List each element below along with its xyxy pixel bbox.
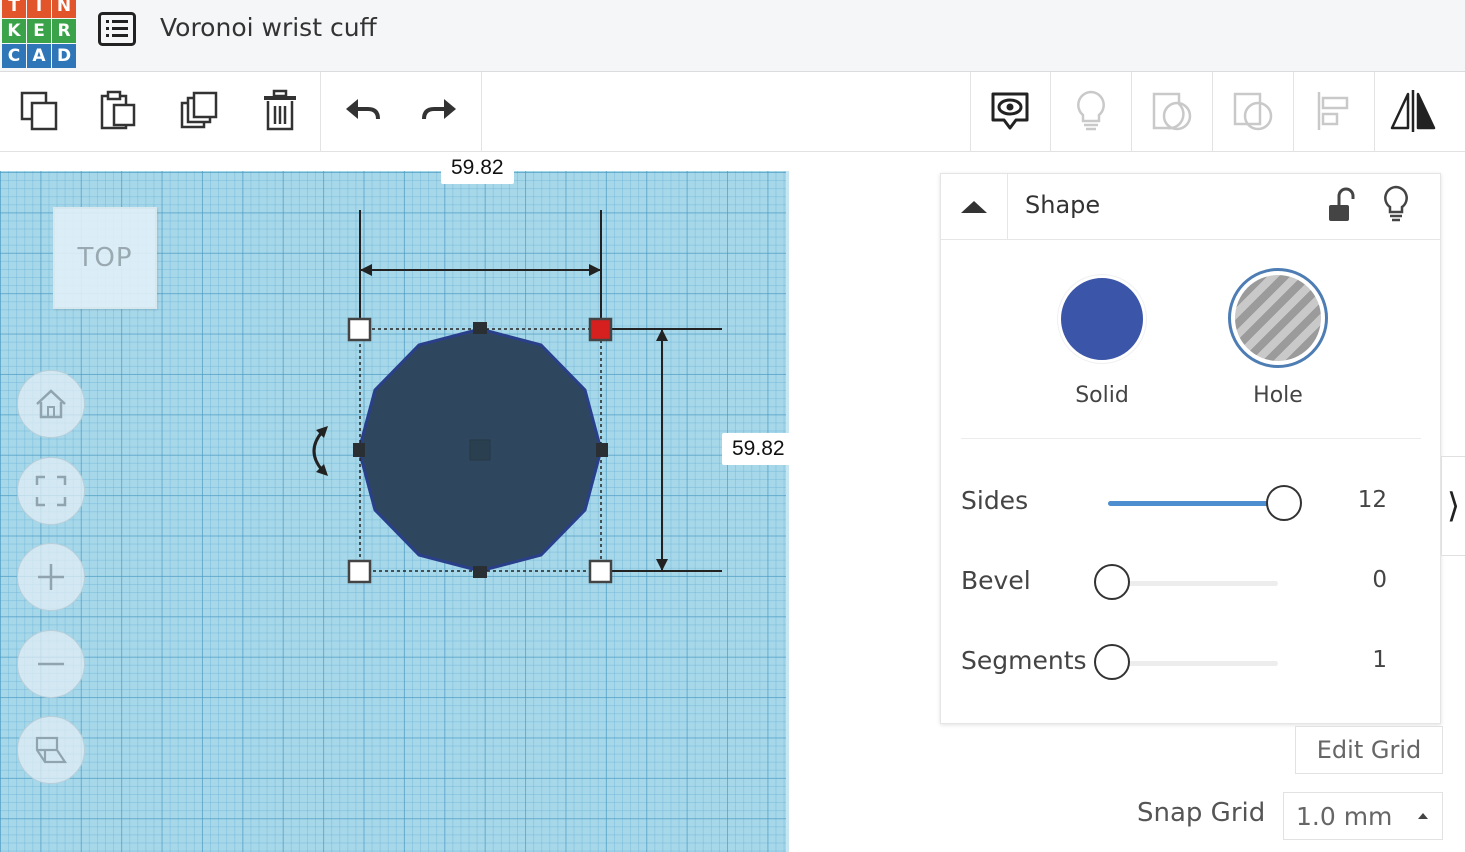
mirror-button[interactable] (1388, 86, 1438, 136)
resize-handle-top-left[interactable] (347, 317, 372, 342)
logo-letter: A (27, 44, 51, 68)
resize-handle-bottom-right[interactable] (588, 559, 613, 584)
width-dimension-label[interactable]: 59.82 (441, 152, 514, 184)
solid-swatch[interactable] (1058, 275, 1146, 363)
align-icon (1317, 92, 1349, 130)
sides-slider-thumb[interactable] (1266, 485, 1302, 521)
undo-button[interactable] (337, 86, 387, 136)
hole-label: Hole (1253, 383, 1303, 408)
toolbar-divider (970, 72, 971, 152)
copy-button[interactable] (15, 86, 65, 136)
zoom-out-button[interactable] (17, 630, 85, 698)
edit-grid-button[interactable]: Edit Grid (1295, 726, 1443, 774)
caret-up-icon (961, 201, 987, 213)
logo-letter: K (2, 19, 26, 43)
toolbar-divider (320, 72, 321, 152)
light-bulb-button[interactable] (1066, 86, 1116, 136)
top-bar: TIN KER CAD Voronoi wrist cuff (0, 0, 1465, 72)
segments-slider-thumb[interactable] (1094, 644, 1130, 680)
center-height-handle[interactable] (469, 439, 491, 461)
snap-grid-value: 1.0 mm (1296, 802, 1393, 831)
copy-icon (20, 91, 58, 131)
toolbar-divider (1050, 72, 1051, 152)
sides-slider-fill (1108, 501, 1278, 506)
delete-icon (264, 89, 296, 131)
shape-panel-title: Shape (1025, 191, 1101, 219)
bevel-slider-thumb[interactable] (1094, 564, 1130, 600)
undo-icon (346, 99, 380, 120)
design-menu-button[interactable] (98, 12, 136, 46)
ungroup-icon (1233, 92, 1273, 131)
duplicate-icon (180, 91, 218, 129)
resize-handle-bottom-left[interactable] (347, 559, 372, 584)
height-dimension-label[interactable]: 59.82 (722, 433, 795, 465)
align-button[interactable] (1309, 86, 1359, 136)
bevel-slider-track[interactable] (1108, 581, 1278, 586)
toolbar-divider (1212, 72, 1213, 152)
perspective-toggle-button[interactable] (17, 716, 85, 784)
logo-letter: E (27, 19, 51, 43)
logo-letter: C (2, 44, 26, 68)
resize-handle-bottom[interactable] (473, 566, 487, 578)
minus-icon (38, 662, 64, 666)
snap-grid-select[interactable]: 1.0 mm (1283, 792, 1443, 840)
expand-side-panel-button[interactable]: ⟩ (1441, 456, 1465, 556)
rotate-icon[interactable] (312, 426, 328, 476)
mirror-icon (1390, 90, 1436, 132)
logo-letter: N (52, 0, 76, 18)
toolbar-divider (1293, 72, 1294, 152)
list-icon (98, 12, 136, 46)
shape-panel-header: Shape (941, 174, 1440, 240)
panel-divider (961, 438, 1421, 439)
shape-inspector-panel: Shape Solid Hole Sides 12 Bevel 0 Segmen… (940, 173, 1441, 724)
collapse-panel-button[interactable] (941, 174, 1008, 240)
resize-handle-left[interactable] (353, 443, 365, 457)
chevron-right-icon: ⟩ (1446, 486, 1461, 526)
segments-slider-track[interactable] (1108, 661, 1278, 666)
group-icon (1152, 92, 1192, 131)
light-bulb-icon (1384, 185, 1408, 222)
group-button[interactable] (1147, 86, 1197, 136)
hole-swatch[interactable] (1228, 268, 1328, 368)
logo-letter: T (2, 0, 26, 18)
toolbar-divider (1131, 72, 1132, 152)
bevel-value[interactable]: 0 (1327, 567, 1387, 593)
resize-handle-top-right[interactable] (588, 317, 613, 342)
resize-handle-right[interactable] (596, 443, 608, 457)
design-title[interactable]: Voronoi wrist cuff (160, 13, 377, 42)
perspective-icon (35, 736, 68, 764)
logo-letter: D (52, 44, 76, 68)
delete-button[interactable] (255, 86, 305, 136)
solid-label: Solid (1075, 383, 1129, 408)
edit-toolbar (0, 72, 1465, 152)
notes-icon (991, 92, 1029, 130)
snap-grid-label: Snap Grid (1137, 798, 1266, 828)
redo-button[interactable] (415, 86, 465, 136)
bevel-label: Bevel (961, 566, 1031, 595)
tinkercad-logo[interactable]: TIN KER CAD (2, 0, 76, 68)
paste-button[interactable] (93, 86, 143, 136)
caret-up-icon (1418, 813, 1428, 819)
logo-letter: I (27, 0, 51, 18)
duplicate-button[interactable] (175, 86, 225, 136)
sides-value[interactable]: 12 (1327, 487, 1387, 513)
hole-stripes-icon (1235, 275, 1321, 361)
shape-light-bulb-button[interactable] (1381, 184, 1411, 226)
redo-icon (422, 99, 456, 120)
selected-shape-overlay (312, 210, 722, 584)
toolbar-divider (481, 72, 482, 152)
sides-label: Sides (961, 486, 1029, 515)
notes-button[interactable] (985, 86, 1035, 136)
logo-letter: R (52, 19, 76, 43)
resize-handle-top[interactable] (473, 322, 487, 334)
toolbar-divider (1374, 72, 1375, 152)
paste-icon (100, 90, 136, 130)
segments-label: Segments (961, 646, 1087, 675)
unlock-icon (1329, 187, 1355, 221)
light-bulb-icon (1077, 90, 1105, 131)
segments-value[interactable]: 1 (1327, 647, 1387, 673)
lock-button[interactable] (1325, 186, 1359, 226)
ungroup-button[interactable] (1228, 86, 1278, 136)
